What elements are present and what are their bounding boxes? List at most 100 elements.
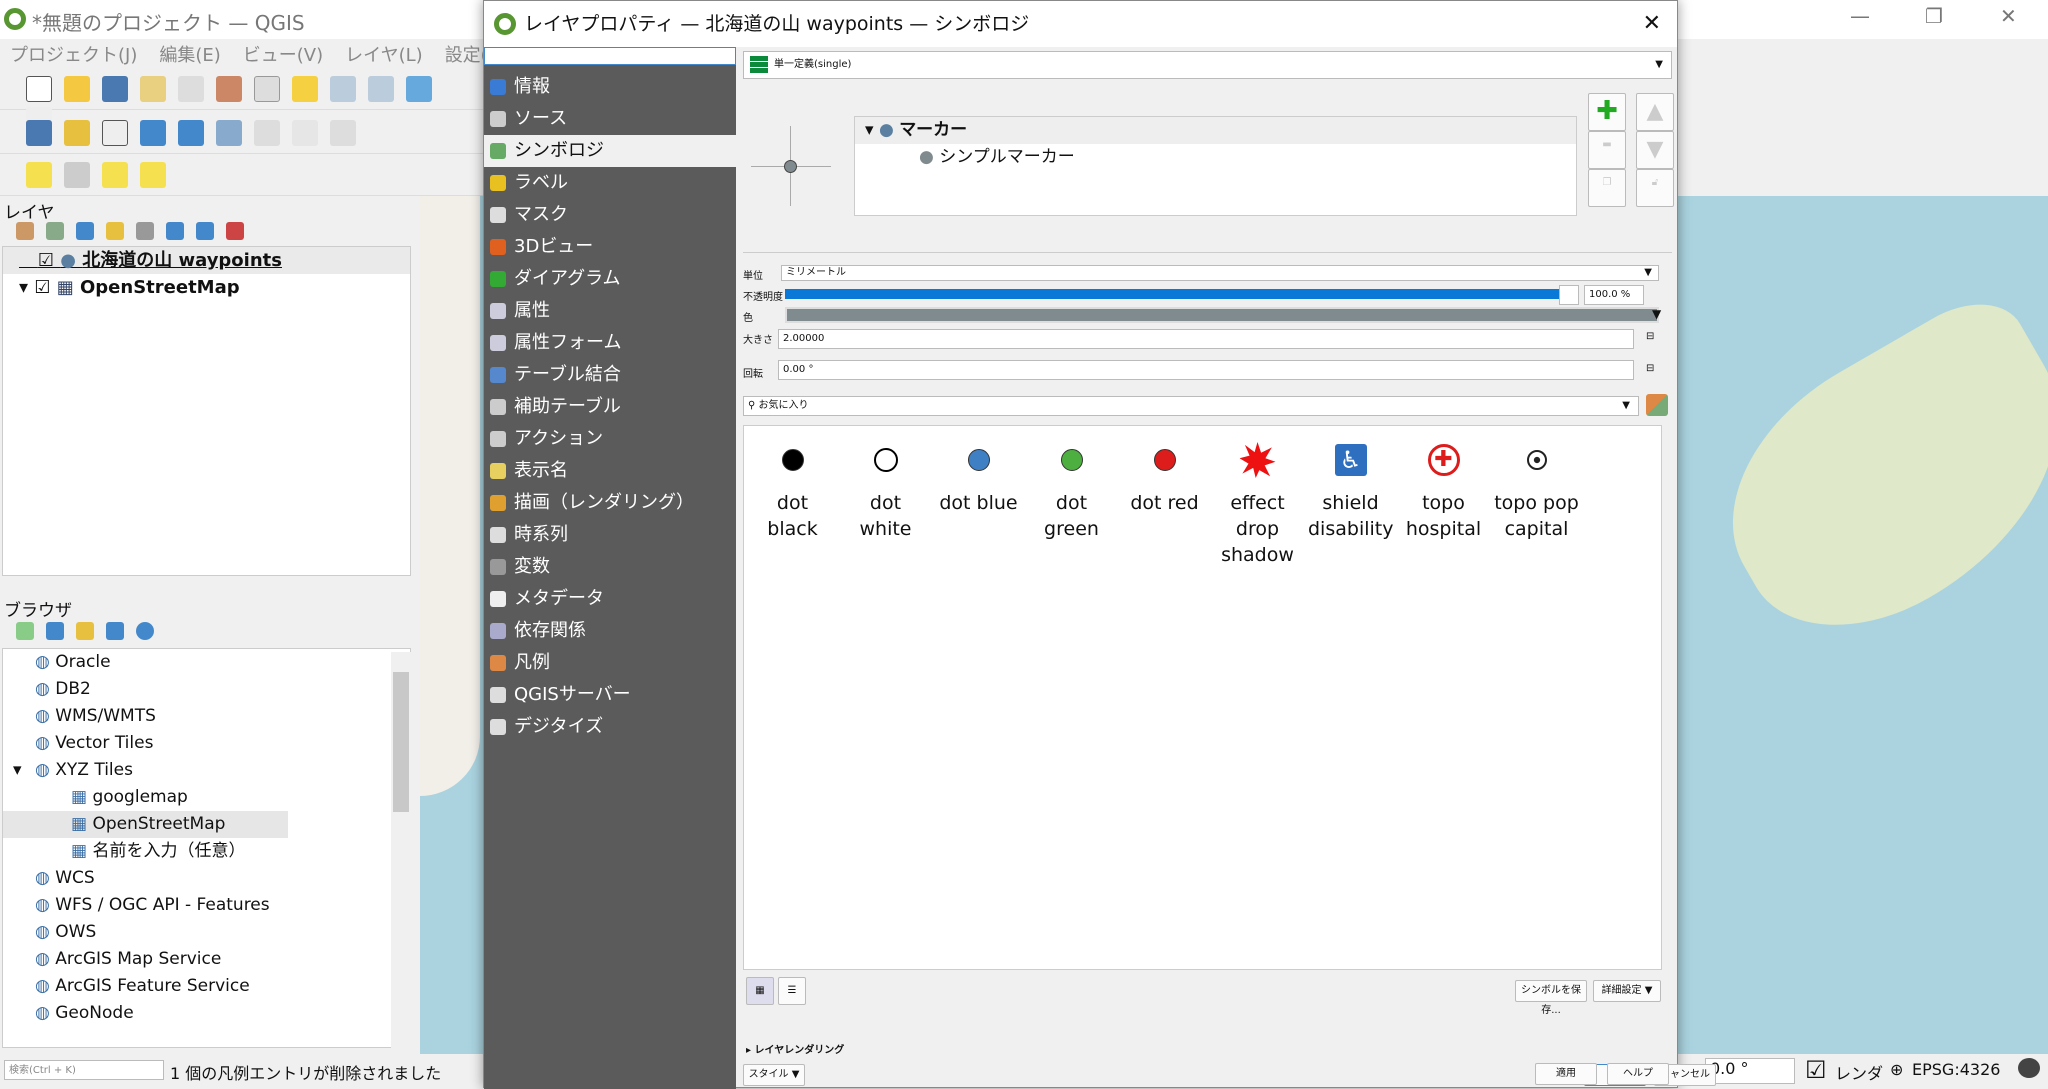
symbol-layer-item[interactable]: ● シンプルマーカー [855, 144, 1576, 171]
sidebar-item[interactable]: 時系列 [484, 519, 736, 551]
browser-item[interactable]: ◍ Oracle [3, 649, 410, 676]
expand-icon[interactable] [166, 222, 184, 240]
color-dropdown[interactable]: ▼ [1652, 307, 1661, 321]
deselect-icon[interactable] [102, 162, 128, 188]
symbol-item[interactable]: dot white [839, 426, 932, 542]
symbol-item[interactable]: dot red [1118, 426, 1211, 516]
save-edits-icon[interactable] [330, 120, 356, 146]
layer-rendering-toggle[interactable]: ▸ レイヤレンダリング [746, 1041, 844, 1056]
identify-icon[interactable] [140, 162, 166, 188]
close-button[interactable]: ✕ [2000, 4, 2017, 28]
remove-layer-icon[interactable] [226, 222, 244, 240]
unit-select[interactable]: ミリメートル ▼ [781, 265, 1659, 281]
new-shapefile-icon[interactable] [102, 120, 128, 146]
data-source-manager-icon[interactable] [26, 120, 52, 146]
browser-scrollbar[interactable] [391, 652, 411, 1052]
symbol-library-search[interactable]: ⚲ お気に入り ▼ [743, 396, 1639, 416]
browser-item[interactable]: ◍ WMS/WMTS [3, 703, 410, 730]
locator-search[interactable]: 検索(Ctrl + K) [4, 1060, 164, 1080]
symbol-item[interactable]: topo pop capital [1490, 426, 1583, 542]
sidebar-item[interactable]: ソース [484, 103, 736, 135]
layout-icon[interactable] [140, 76, 166, 102]
save-symbol-button[interactable]: シンボルを保存... [1515, 980, 1587, 1016]
messages-icon[interactable] [2018, 1058, 2040, 1078]
sidebar-item[interactable]: 属性フォーム [484, 327, 736, 359]
render-checkbox[interactable]: ☑ [1805, 1056, 1827, 1084]
expand-arrow-icon[interactable]: ▾ [19, 277, 34, 298]
browser-item[interactable]: ◍ WFS / OGC API - Features [3, 892, 410, 919]
filter-icon[interactable] [106, 222, 124, 240]
new-project-icon[interactable] [26, 76, 52, 102]
zoom-full-icon[interactable] [406, 76, 432, 102]
sidebar-item[interactable]: QGISサーバー [484, 679, 736, 711]
sidebar-item[interactable]: テーブル結合 [484, 359, 736, 391]
sidebar-item[interactable]: 3Dビュー [484, 231, 736, 263]
maximize-button[interactable]: ❐ [1925, 4, 1943, 28]
add-group-icon[interactable] [46, 222, 64, 240]
opacity-slider[interactable] [785, 289, 1577, 299]
expression-filter-icon[interactable] [136, 222, 154, 240]
save-icon[interactable] [102, 76, 128, 102]
browser-item[interactable]: ◍ OWS [3, 919, 410, 946]
menu-item[interactable]: レイヤ(L) [345, 45, 423, 66]
rotation-input[interactable]: 0.00 ° [778, 360, 1634, 380]
expand-arrow-icon[interactable]: ▾ [13, 757, 22, 784]
remove-symbol-layer-button[interactable]: ▬ [1588, 131, 1626, 169]
minimize-button[interactable]: — [1850, 4, 1870, 28]
browser-item[interactable]: ◍ WCS [3, 865, 410, 892]
sidebar-item[interactable]: アクション [484, 423, 736, 455]
browser-item[interactable]: ◍ GeoNode [3, 1000, 410, 1027]
browser-item[interactable]: ◍ ArcGIS Feature Service [3, 973, 410, 1000]
list-view-button[interactable]: ☰ [778, 977, 806, 1005]
collapse-icon[interactable] [106, 622, 124, 640]
browser-item[interactable]: ▦ 名前を入力（任意） [3, 838, 410, 865]
new-spatialite-icon[interactable] [140, 120, 166, 146]
style-button[interactable]: スタイル ▼ [743, 1064, 805, 1086]
opacity-input[interactable]: 100.0 % [1584, 285, 1644, 305]
browser-item[interactable]: ◍ Vector Tiles [3, 730, 410, 757]
lock-color-button[interactable]: 🔓︎ [1636, 169, 1674, 207]
filter-icon[interactable] [76, 622, 94, 640]
sidebar-item[interactable]: デジタイズ [484, 711, 736, 743]
zoom-in-icon[interactable] [330, 76, 356, 102]
menu-item[interactable]: ビュー(V) [243, 45, 323, 66]
crs-button[interactable]: EPSG:4326 [1912, 1060, 2000, 1079]
advanced-button[interactable]: 詳細設定 ▼ [1593, 980, 1661, 1002]
color-button[interactable] [785, 307, 1659, 323]
sidebar-item[interactable]: マスク [484, 199, 736, 231]
info-icon[interactable] [136, 622, 154, 640]
new-virtual-layer-icon[interactable] [216, 120, 242, 146]
open-icon[interactable] [64, 76, 90, 102]
layer-visibility-checkbox[interactable]: ☑ [34, 277, 56, 298]
sidebar-item[interactable]: ダイアグラム [484, 263, 736, 295]
zoom-out-icon[interactable] [368, 76, 394, 102]
collapse-icon[interactable] [196, 222, 214, 240]
style-manager-icon[interactable] [1646, 394, 1668, 416]
menu-item[interactable]: プロジェクト(J) [10, 45, 137, 66]
edit-icon[interactable] [254, 120, 280, 146]
toggle-editing-icon[interactable] [292, 120, 318, 146]
browser-item[interactable]: ▾ ◍ XYZ Tiles [3, 757, 410, 784]
browser-item[interactable]: ▦ OpenStreetMap [3, 811, 288, 838]
sidebar-item[interactable]: 表示名 [484, 455, 736, 487]
new-memory-layer-icon[interactable] [178, 120, 204, 146]
refresh-icon[interactable] [46, 622, 64, 640]
sidebar-item[interactable]: 補助テーブル [484, 391, 736, 423]
renderer-select[interactable]: 単一定義(single) ▼ [743, 51, 1672, 79]
sidebar-item[interactable]: メタデータ [484, 583, 736, 615]
sidebar-item[interactable]: 依存関係 [484, 615, 736, 647]
visibility-icon[interactable] [76, 222, 94, 240]
sidebar-item[interactable]: ラベル [484, 167, 736, 199]
rotation-input[interactable]: 0.0 ° [1705, 1058, 1795, 1084]
symbol-item[interactable]: dot green [1025, 426, 1118, 542]
add-icon[interactable] [16, 622, 34, 640]
size-override-icon[interactable]: ⊟ [1646, 331, 1654, 342]
sidebar-item[interactable]: 属性 [484, 295, 736, 327]
sidebar-item[interactable]: 変数 [484, 551, 736, 583]
browser-item[interactable]: ◍ ArcGIS Map Service [3, 946, 410, 973]
sidebar-item[interactable]: 凡例 [484, 647, 736, 679]
apply-button[interactable]: 適用 [1535, 1063, 1597, 1085]
pan-icon[interactable] [254, 76, 280, 102]
symbol-item[interactable]: dot black [746, 426, 839, 542]
help-button[interactable]: ヘルプ [1607, 1063, 1669, 1085]
